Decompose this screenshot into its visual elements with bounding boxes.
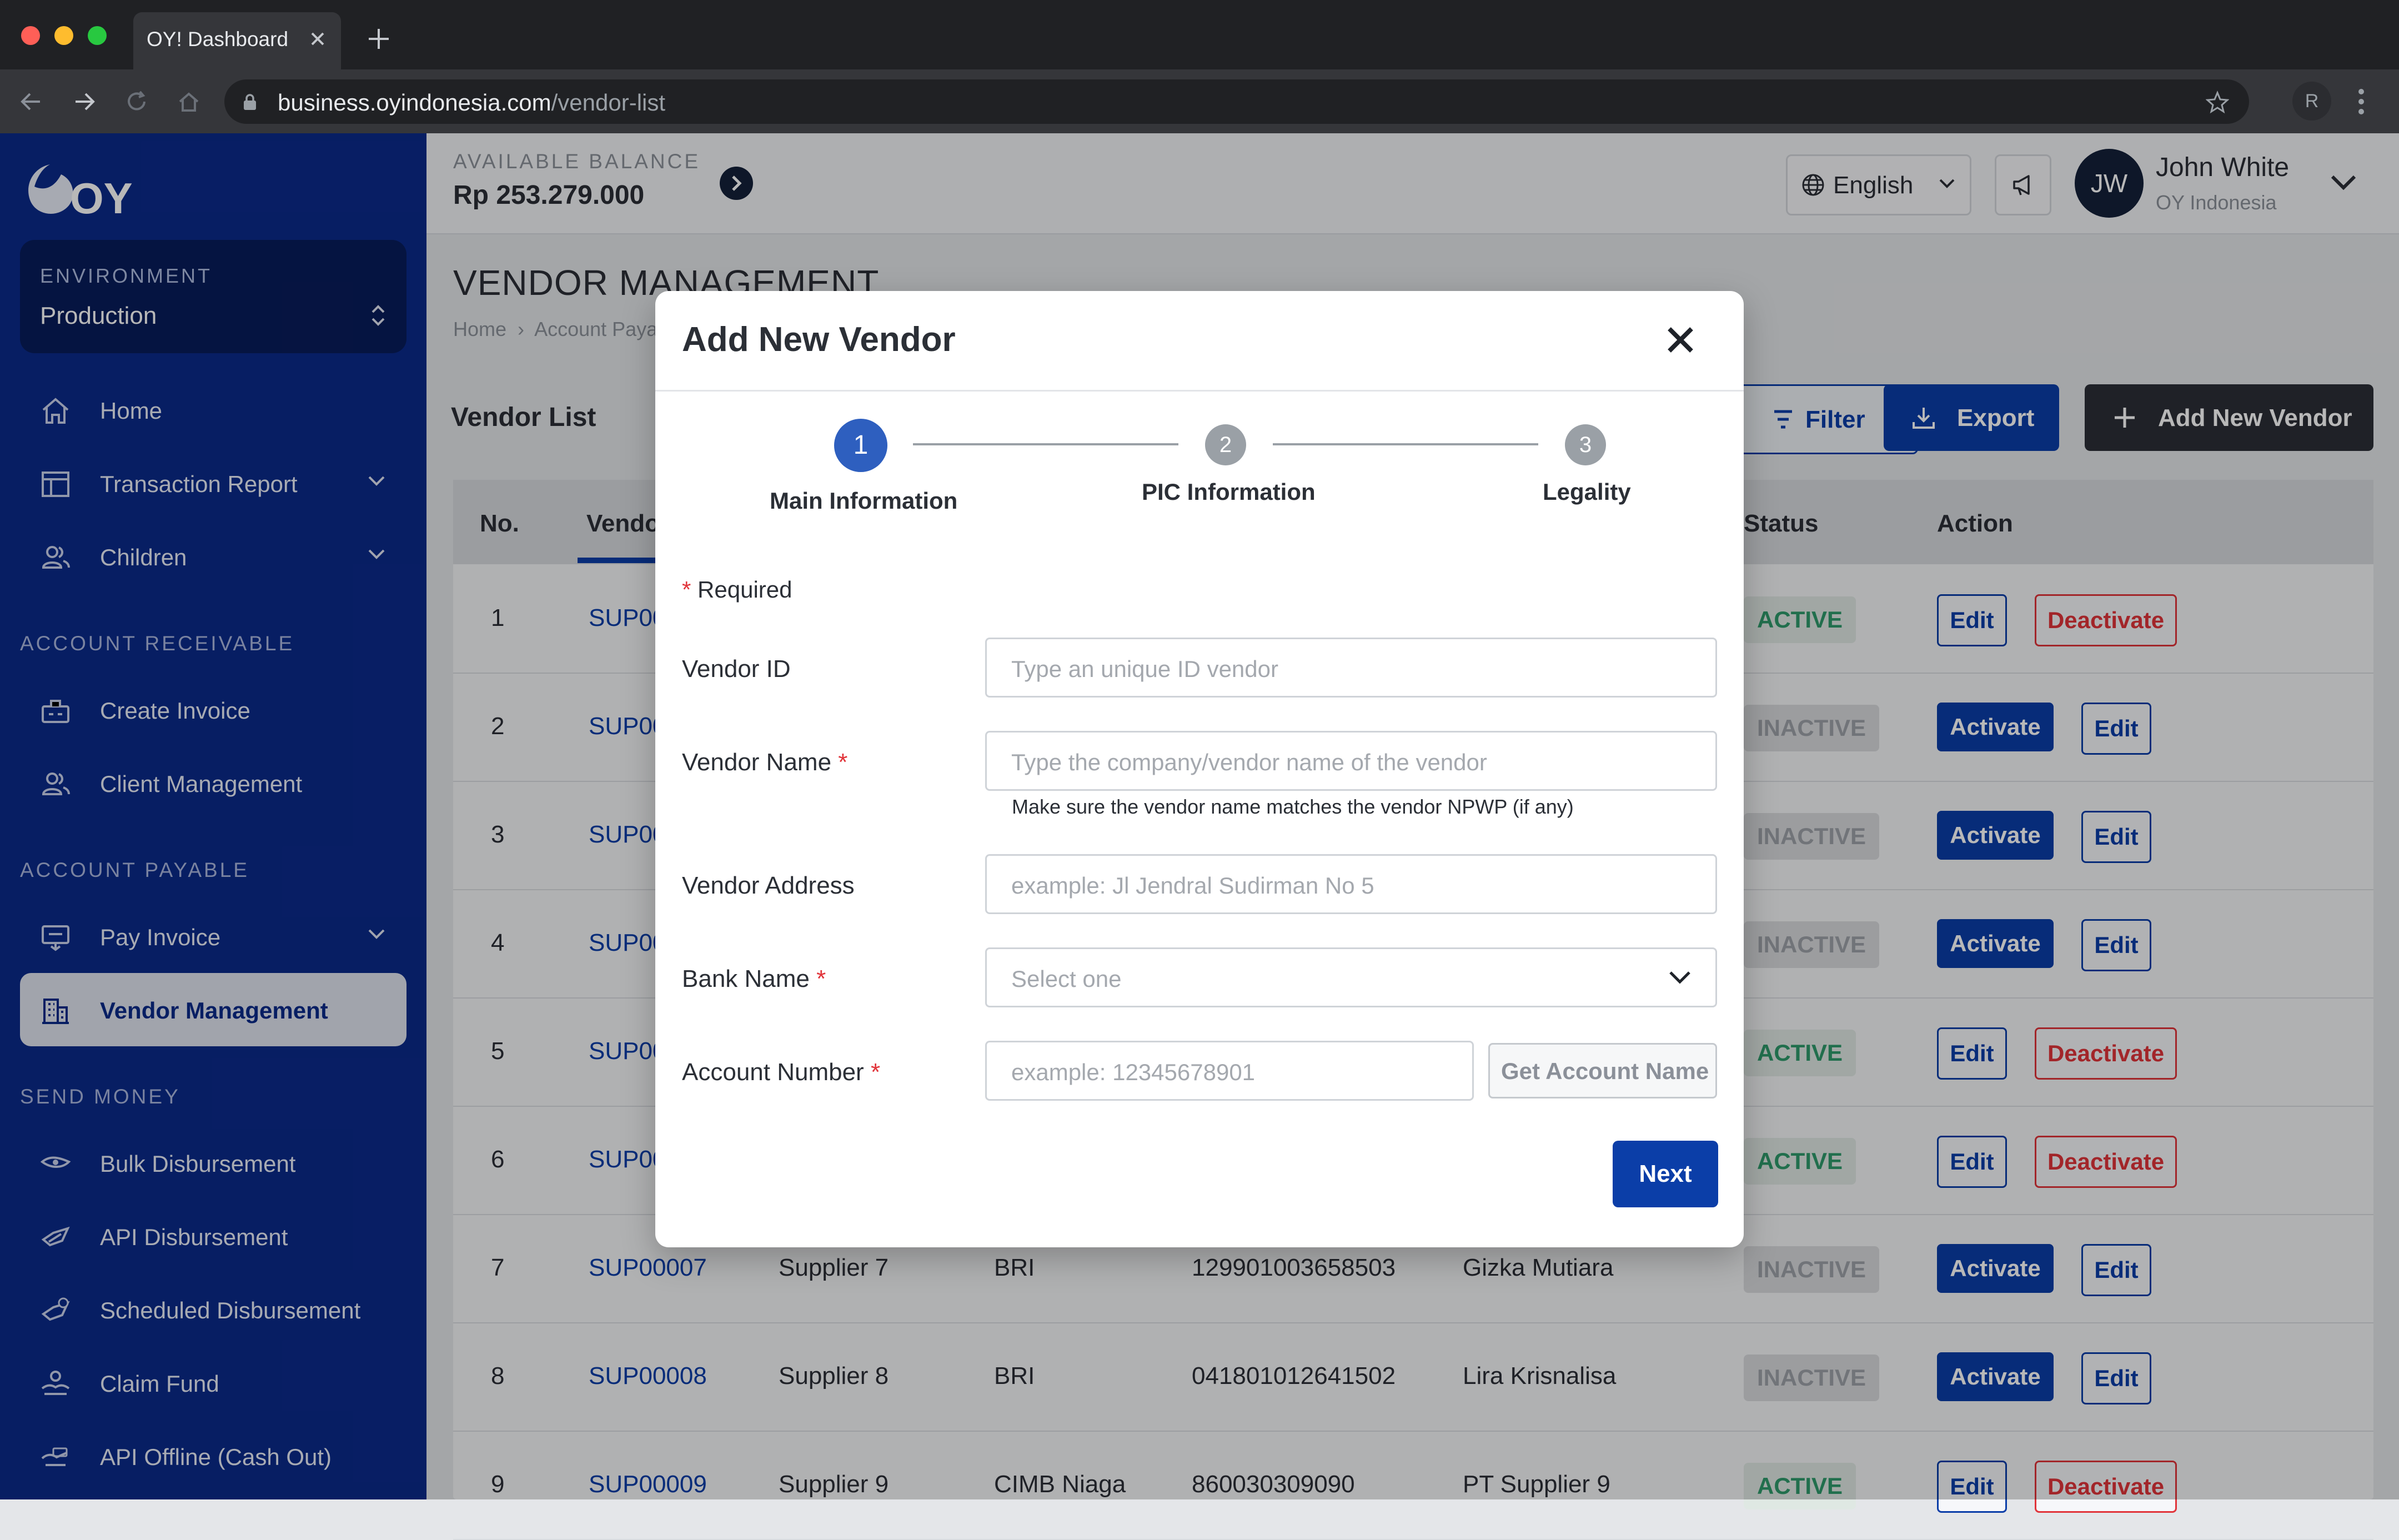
account-number-input[interactable]: example: 12345678901 — [985, 1041, 1474, 1101]
url-path: /vendor-list — [551, 89, 666, 116]
step-1-indicator[interactable]: 1 — [834, 419, 887, 472]
modal-title: Add New Vendor — [682, 320, 956, 359]
step-3-label: Legality — [1543, 479, 1631, 505]
vendor-address-input[interactable]: example: Jl Jendral Sudirman No 5 — [985, 854, 1717, 914]
vendor-name-label-text: Vendor Name — [682, 749, 832, 776]
vendor-address-label: Vendor Address — [682, 872, 855, 899]
maximize-window-button[interactable] — [88, 26, 107, 45]
vendor-id-label: Vendor ID — [682, 655, 791, 683]
required-asterisk: * — [870, 1059, 881, 1086]
account-number-label-text: Account Number — [682, 1059, 864, 1086]
browser-menu-icon[interactable] — [2357, 87, 2366, 116]
address-bar[interactable]: business.oyindonesia.com/vendor-list — [224, 79, 2249, 124]
modal-divider — [655, 390, 1744, 392]
vendor-name-label: Vendor Name * — [682, 749, 847, 776]
bank-name-label: Bank Name * — [682, 965, 826, 993]
get-account-name-button[interactable]: Get Account Name — [1488, 1043, 1717, 1098]
vendor-name-input[interactable]: Type the company/vendor name of the vend… — [985, 731, 1717, 791]
vendor-name-placeholder: Type the company/vendor name of the vend… — [1011, 749, 1487, 775]
reload-icon[interactable] — [124, 89, 149, 114]
bank-name-select[interactable]: Select one — [985, 947, 1717, 1007]
next-button[interactable]: Next — [1613, 1141, 1718, 1207]
required-note-text: Required — [697, 576, 792, 603]
browser-toolbar: business.oyindonesia.com/vendor-list R — [0, 69, 2399, 133]
account-number-placeholder: example: 12345678901 — [1011, 1059, 1256, 1085]
add-new-vendor-modal: Add New Vendor 1 2 3 Main Information PI… — [655, 291, 1744, 1247]
vendor-address-placeholder: example: Jl Jendral Sudirman No 5 — [1011, 872, 1374, 899]
browser-profile-avatar[interactable]: R — [2292, 82, 2331, 121]
new-tab-icon[interactable] — [367, 27, 391, 51]
step-2-indicator[interactable]: 2 — [1205, 424, 1246, 465]
bank-name-placeholder: Select one — [1011, 966, 1122, 992]
stepper-line — [1273, 443, 1538, 445]
get-account-name-label: Get Account Name — [1501, 1058, 1709, 1084]
back-icon[interactable] — [19, 89, 43, 114]
required-asterisk: * — [816, 965, 826, 992]
stepper-line — [913, 443, 1178, 445]
chevron-down-icon — [1668, 969, 1692, 986]
bank-name-label-text: Bank Name — [682, 965, 810, 992]
home-browser-icon[interactable] — [177, 89, 201, 114]
step-1-label: Main Information — [770, 488, 958, 514]
required-note: * Required — [682, 576, 792, 603]
step-2-label: PIC Information — [1142, 479, 1316, 505]
browser-tab[interactable]: OY! Dashboard — [133, 12, 341, 69]
tab-title: OY! Dashboard — [147, 28, 289, 51]
lock-icon — [242, 93, 258, 111]
vendor-id-input[interactable]: Type an unique ID vendor — [985, 638, 1717, 698]
url-text: business.oyindonesia.com/vendor-list — [278, 89, 665, 116]
browser-tab-bar: OY! Dashboard — [0, 0, 2399, 69]
close-tab-icon[interactable] — [308, 29, 328, 49]
required-asterisk: * — [682, 576, 691, 603]
forward-icon[interactable] — [72, 89, 97, 114]
close-window-button[interactable] — [21, 26, 40, 45]
close-icon[interactable] — [1664, 323, 1697, 357]
bookmark-star-icon[interactable] — [2206, 91, 2229, 114]
vendor-name-hint: Make sure the vendor name matches the ve… — [1012, 795, 1574, 818]
required-asterisk: * — [838, 749, 848, 776]
step-3-indicator[interactable]: 3 — [1565, 424, 1606, 465]
account-number-label: Account Number * — [682, 1059, 880, 1086]
vendor-id-placeholder: Type an unique ID vendor — [1011, 656, 1278, 682]
url-domain: business.oyindonesia.com — [278, 89, 551, 116]
minimize-window-button[interactable] — [54, 26, 73, 45]
